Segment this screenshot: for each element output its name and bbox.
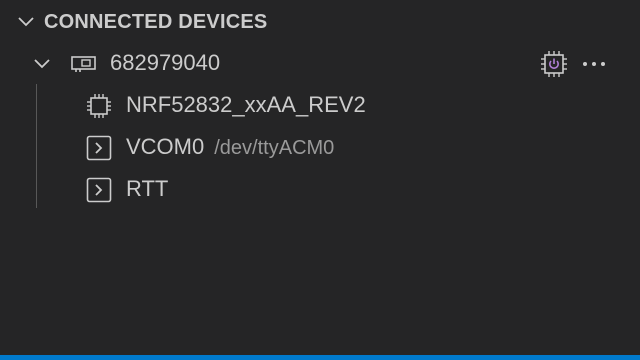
chevron-down-icon[interactable] — [32, 54, 52, 74]
more-actions-icon[interactable] — [580, 50, 608, 78]
chevron-down-icon[interactable] — [16, 12, 36, 32]
tree-item-chip[interactable]: NRF52832_xxAA_REV2 — [0, 84, 640, 126]
tree-item-label: VCOM0 — [126, 134, 205, 159]
tree-item-label: RTT — [126, 176, 169, 201]
tree-item-vcom0[interactable]: VCOM0/dev/ttyACM0 — [0, 126, 640, 168]
status-bar — [0, 355, 640, 360]
power-chip-icon[interactable] — [540, 50, 568, 78]
device-label: 682979040 — [110, 50, 221, 75]
section-header-connected-devices[interactable]: CONNECTED DEVICES — [0, 0, 640, 44]
tree-item-label-line: VCOM0/dev/ttyACM0 — [126, 134, 334, 161]
chip-icon — [87, 94, 111, 118]
tree-item-label: NRF52832_xxAA_REV2 — [126, 92, 366, 117]
tree-item-description: /dev/ttyACM0 — [214, 137, 335, 159]
terminal-icon — [86, 177, 112, 203]
connected-devices-panel: CONNECTED DEVICES 682979040 NRF52832_xxA… — [0, 0, 640, 360]
tree-item-rtt[interactable]: RTT — [0, 168, 640, 210]
device-row[interactable]: 682979040 — [0, 42, 640, 84]
device-board-icon — [71, 56, 96, 72]
section-title: CONNECTED DEVICES — [44, 11, 268, 33]
terminal-icon — [86, 135, 112, 161]
